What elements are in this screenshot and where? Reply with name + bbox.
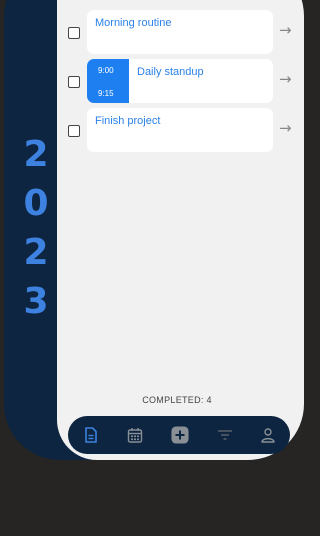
- task-title: Daily standup: [137, 66, 204, 78]
- year-digit: 2: [23, 232, 49, 273]
- time-block: 9:00 9:15: [87, 59, 129, 103]
- calendar-icon[interactable]: [126, 426, 144, 444]
- year-label: 2 0 2 3: [18, 130, 54, 326]
- task-checkbox[interactable]: [68, 125, 80, 137]
- arrow-right-icon[interactable]: →: [279, 21, 292, 39]
- document-icon[interactable]: [82, 426, 100, 444]
- year-digit: 2: [23, 134, 49, 175]
- task-card[interactable]: 9:00 9:15 Daily standup: [87, 59, 273, 103]
- add-icon[interactable]: [171, 426, 189, 444]
- start-time: 9:00: [98, 66, 114, 75]
- task-title: Finish project: [95, 115, 161, 127]
- arrow-right-icon[interactable]: →: [279, 119, 292, 137]
- filter-icon[interactable]: [216, 426, 234, 444]
- task-checkbox[interactable]: [68, 76, 80, 88]
- completed-count: COMPLETED: 4: [142, 395, 212, 405]
- task-title: Morning routine: [95, 17, 172, 29]
- phone-frame: 2 0 2 3 Morning routine → 9:00 9:15 Dail…: [4, 0, 304, 460]
- year-digit: 0: [23, 183, 49, 224]
- end-time: 9:15: [98, 89, 114, 98]
- task-checkbox[interactable]: [68, 27, 80, 39]
- arrow-right-icon[interactable]: →: [279, 70, 292, 88]
- bottom-nav: [68, 416, 290, 454]
- task-panel: Morning routine → 9:00 9:15 Daily standu…: [57, 0, 304, 460]
- profile-icon[interactable]: [259, 426, 277, 444]
- task-card[interactable]: Morning routine: [87, 10, 273, 54]
- task-card[interactable]: Finish project: [87, 108, 273, 152]
- year-digit: 3: [23, 281, 49, 322]
